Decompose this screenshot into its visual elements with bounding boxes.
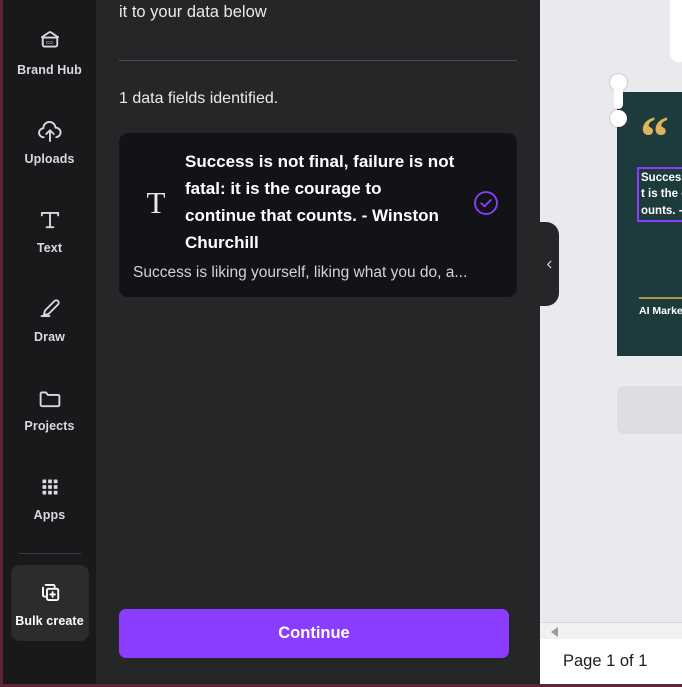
app-window: CO. Brand Hub Uploads Text Draw Projects… bbox=[0, 0, 682, 687]
sidebar-item-label: Apps bbox=[33, 508, 66, 523]
apps-grid-icon bbox=[35, 472, 65, 502]
page-indicator: Page 1 of 1 bbox=[563, 652, 648, 670]
text-t-icon bbox=[35, 205, 65, 235]
data-field-card-row: T Success is not final, failure is not f… bbox=[133, 149, 503, 256]
panel-heading-tail: it to your data below bbox=[119, 3, 267, 21]
design-canvas-area: “ Success t is the c ounts. - AI Marke P… bbox=[540, 0, 682, 684]
sidebar-item-label: Brand Hub bbox=[17, 63, 82, 78]
sidebar-item-label: Draw bbox=[34, 330, 65, 345]
sidebar-item-apps[interactable]: Apps bbox=[11, 459, 89, 535]
data-fields-count: 1 data fields identified. bbox=[119, 90, 279, 108]
check-circle-icon[interactable] bbox=[469, 186, 503, 220]
continue-button[interactable]: Continue bbox=[119, 609, 509, 658]
collapse-panel-button[interactable] bbox=[540, 222, 559, 306]
sidebar-item-label: Uploads bbox=[24, 152, 75, 167]
sidebar-item-draw[interactable]: Draw bbox=[11, 281, 89, 357]
triangle-left-icon[interactable] bbox=[551, 627, 558, 637]
page-status-bar: Page 1 of 1 bbox=[540, 639, 682, 684]
data-field-description: Success is liking yourself, liking what … bbox=[133, 263, 468, 281]
sidebar-item-projects[interactable]: Projects bbox=[11, 370, 89, 446]
rail-divider bbox=[18, 553, 81, 554]
text-t-icon: T bbox=[146, 185, 166, 221]
selected-text-box[interactable]: Success t is the c ounts. - bbox=[637, 167, 682, 222]
sidebar-item-label: Text bbox=[36, 241, 63, 256]
pencil-draw-icon bbox=[35, 294, 65, 324]
selection-handle-middle-left[interactable] bbox=[614, 87, 623, 109]
design-footer-label: AI Marke bbox=[639, 305, 682, 317]
sidebar-item-bulk-create[interactable]: Bulk create bbox=[10, 565, 89, 641]
design-page-thumbnail[interactable]: “ Success t is the c ounts. - AI Marke bbox=[617, 92, 682, 356]
design-quote-text: Success t is the c ounts. - bbox=[641, 172, 682, 217]
folder-icon bbox=[35, 383, 65, 413]
sidebar-item-label: Projects bbox=[24, 419, 75, 434]
svg-text:CO.: CO. bbox=[45, 40, 53, 45]
quote-mark-icon: “ bbox=[640, 104, 669, 169]
floating-toolbar[interactable] bbox=[670, 0, 682, 62]
selection-handle-bottom-left[interactable] bbox=[610, 110, 627, 127]
upload-cloud-icon bbox=[35, 116, 65, 146]
sidebar-item-label: Bulk create bbox=[15, 614, 84, 629]
design-divider bbox=[639, 297, 682, 299]
page-placeholder[interactable] bbox=[617, 386, 682, 434]
sidebar-item-brand-hub[interactable]: CO. Brand Hub bbox=[11, 14, 89, 90]
brand-hub-icon: CO. bbox=[35, 27, 65, 57]
bulk-create-panel: it to your data below 1 data fields iden… bbox=[96, 0, 540, 684]
data-field-title: Success is not final, failure is not fat… bbox=[185, 152, 455, 252]
sidebar-item-uploads[interactable]: Uploads bbox=[11, 103, 89, 179]
horizontal-scrollbar[interactable] bbox=[540, 622, 682, 639]
left-tool-rail: CO. Brand Hub Uploads Text Draw Projects… bbox=[3, 0, 96, 684]
panel-divider bbox=[119, 60, 517, 62]
bulk-create-icon bbox=[35, 578, 65, 608]
sidebar-item-text[interactable]: Text bbox=[11, 192, 89, 268]
data-field-card[interactable]: T Success is not final, failure is not f… bbox=[119, 133, 517, 297]
